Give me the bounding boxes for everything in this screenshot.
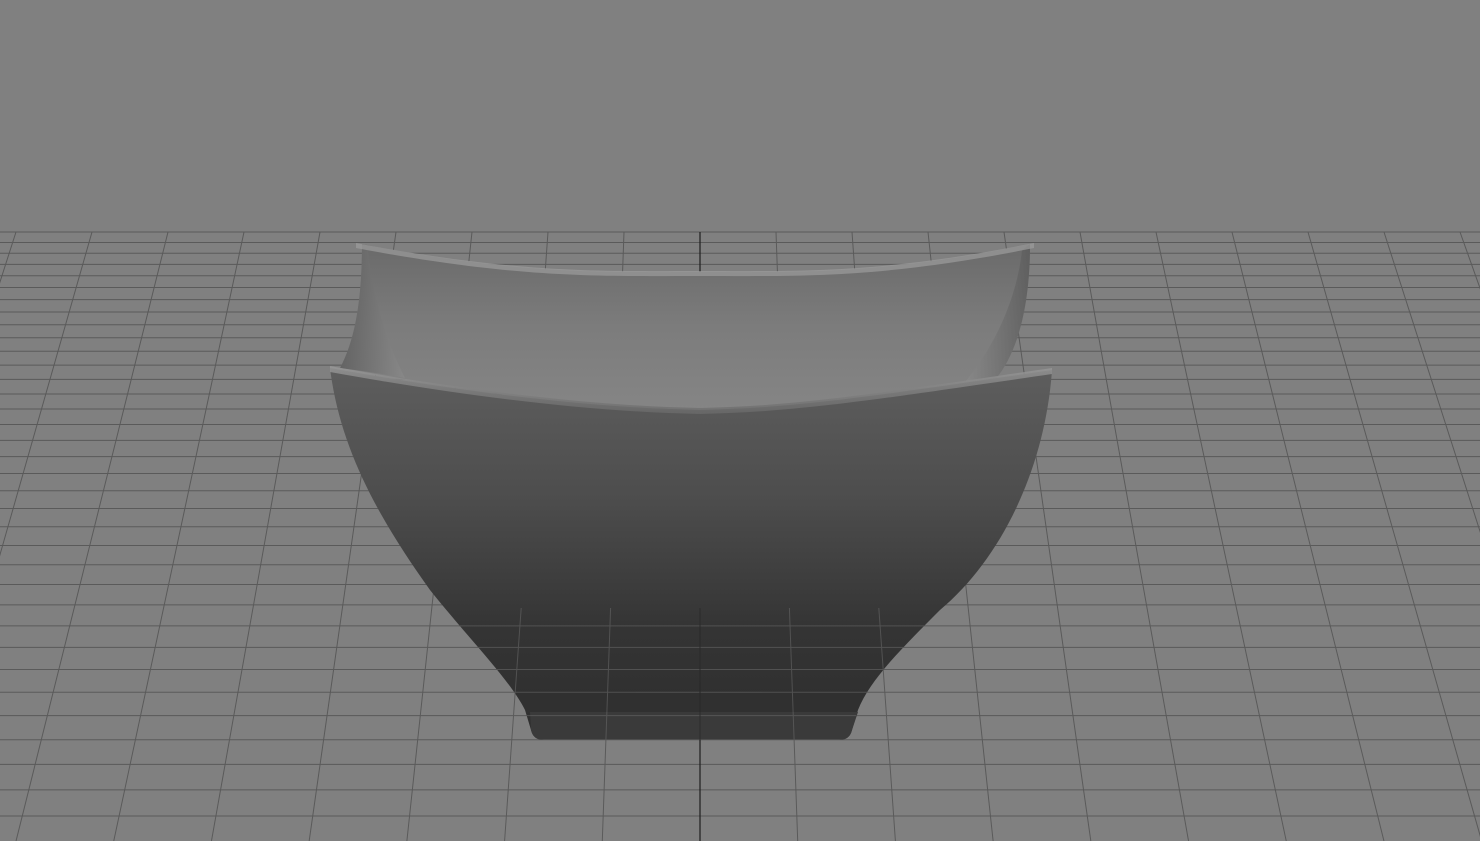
grid-column-line: [1231, 231, 1385, 841]
grid-column-line: [1079, 231, 1190, 841]
viewport-canvas[interactable]: [0, 0, 1480, 841]
bowl-model-icon[interactable]: [330, 243, 1052, 740]
grid-column-overlay: [1460, 232, 1480, 841]
grid-column-line: [15, 231, 169, 841]
grid-column-overlay: [1384, 232, 1480, 841]
grid-column-overlay: [0, 232, 92, 841]
bowl-foot: [530, 712, 858, 740]
grid-column-line: [1155, 231, 1287, 841]
grid-column-line: [210, 231, 321, 841]
grid-column-line: [1383, 231, 1480, 533]
grid-column-line: [1307, 231, 1480, 837]
3d-viewport[interactable]: [0, 0, 1480, 841]
grid-column-line: [1459, 231, 1480, 290]
grid-column-line: [0, 231, 17, 284]
grid-column-line: [0, 231, 93, 557]
grid-column-overlay: [0, 232, 16, 841]
bowl-outer-surface: [330, 368, 1052, 740]
grid-column-line: [113, 231, 245, 841]
